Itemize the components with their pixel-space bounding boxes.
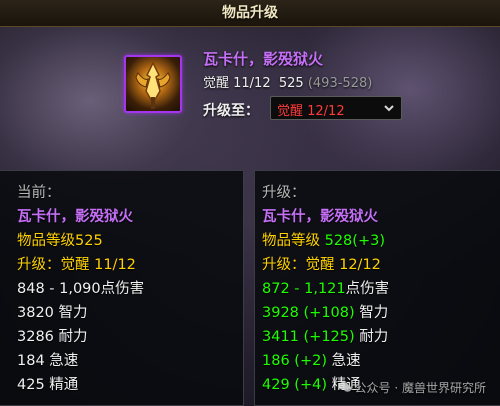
watermark: 公众号 · 魔兽世界研究所 <box>338 379 486 396</box>
item-level: 525 <box>278 76 304 91</box>
current-header: 当前： <box>17 185 61 201</box>
upgraded-upgrade-track: 升级：觉醒 12/12 <box>262 257 381 273</box>
current-haste: 184 急速 <box>17 353 79 369</box>
item-name: 瓦卡什，影殁狱火 <box>203 50 324 68</box>
chevron-down-icon <box>384 105 394 112</box>
upgrade-level-dropdown[interactable]: 觉醒 12/12 <box>270 96 402 120</box>
upgraded-stamina: 3411 (+125) 耐力 <box>262 329 389 345</box>
current-damage: 848 - 1,090点伤害 <box>17 281 145 297</box>
window-title-bar: 物品升级 <box>0 0 500 27</box>
upgraded-item-level: 物品等级 528(+3) <box>262 233 385 249</box>
current-upgrade-track: 升级：觉醒 11/12 <box>17 257 136 273</box>
current-item-level: 物品等级525 <box>17 233 103 249</box>
axe-weapon-icon[interactable] <box>124 55 182 113</box>
item-track: 觉醒 11/12 <box>203 76 271 91</box>
upgraded-damage: 872 - 1,121点伤害 <box>262 281 390 297</box>
current-stats-panel: 当前： 瓦卡什，影殁狱火 物品等级525 升级：觉醒 11/12 848 - 1… <box>0 170 244 406</box>
window-title: 物品升级 <box>222 5 278 21</box>
wechat-icon <box>338 382 352 392</box>
current-stamina: 3286 耐力 <box>17 329 88 345</box>
upgraded-intellect: 3928 (+108) 智力 <box>262 305 389 321</box>
current-intellect: 3820 智力 <box>17 305 88 321</box>
upgrade-level-selected: 觉醒 12/12 <box>277 104 345 119</box>
upgraded-header: 升级： <box>262 185 306 201</box>
current-mastery: 425 精通 <box>17 377 79 393</box>
item-level-range: (493-528) <box>307 76 373 91</box>
upgraded-haste: 186 (+2) 急速 <box>262 353 361 369</box>
upgraded-item-name: 瓦卡什，影殁狱火 <box>262 209 378 225</box>
upgraded-stats-panel: 升级： 瓦卡什，影殁狱火 物品等级 528(+3) 升级：觉醒 12/12 87… <box>254 170 500 406</box>
upgrade-to-label: 升级至： <box>203 103 259 119</box>
current-item-name: 瓦卡什，影殁狱火 <box>17 209 133 225</box>
item-track-info: 觉醒 11/12 525 (493-528) <box>203 72 372 91</box>
watermark-text: 公众号 · 魔兽世界研究所 <box>354 381 486 395</box>
